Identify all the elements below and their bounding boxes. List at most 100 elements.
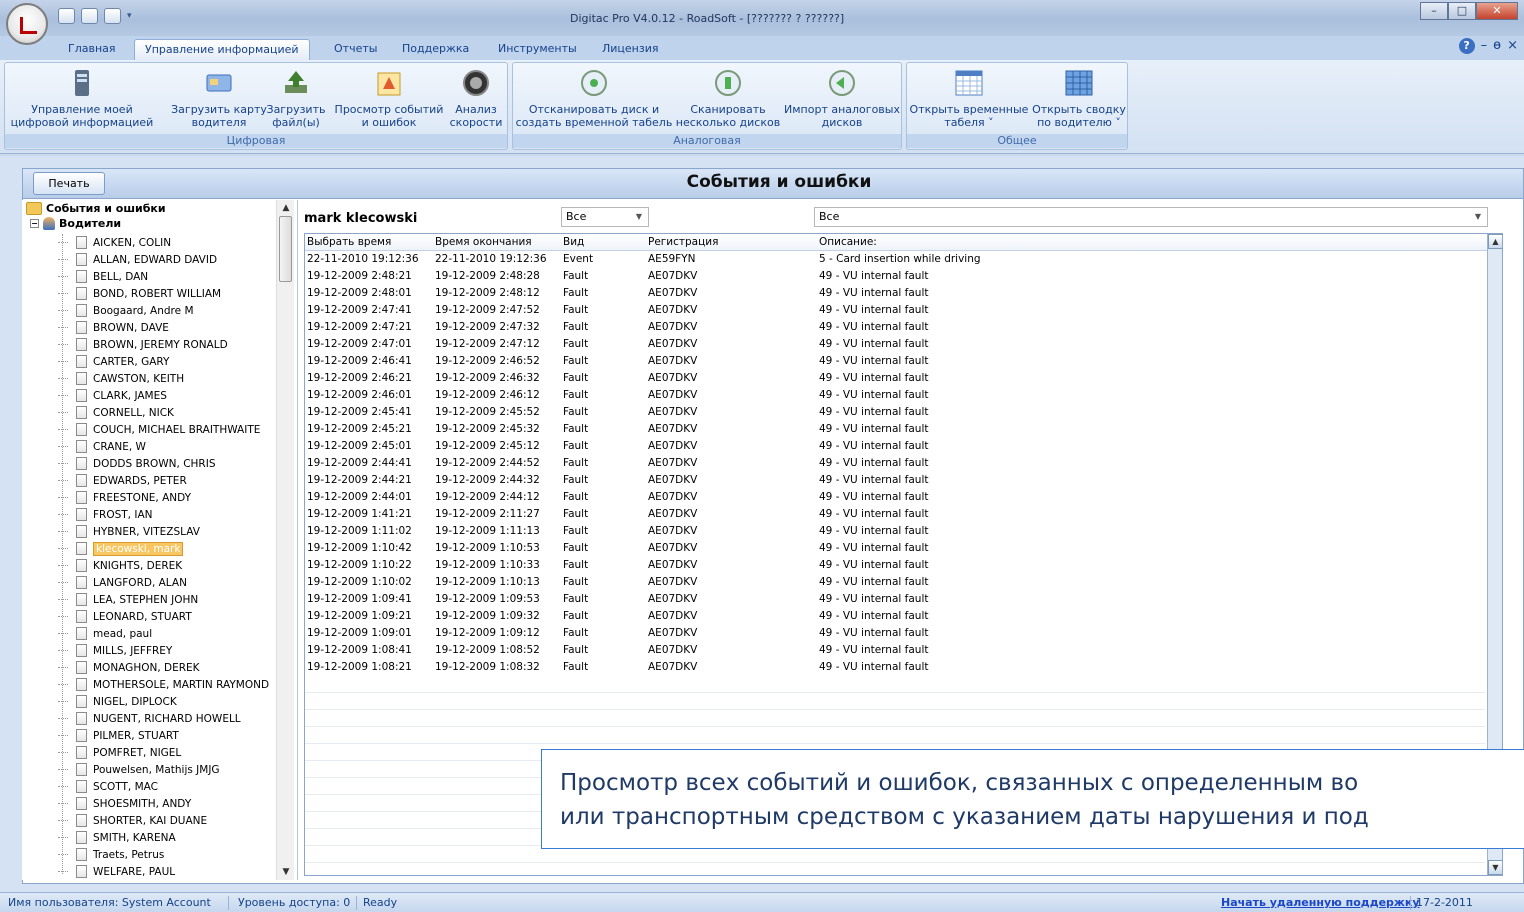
table-row[interactable]: 22-11-2010 19:12:36 22-11-2010 19:12:36 Ev… (305, 251, 1485, 268)
column-header-description[interactable]: Описание: (819, 234, 877, 250)
scan-disc-button[interactable]: Отсканировать диск и создать временной та… (515, 67, 673, 129)
grid-scroll-down-icon[interactable]: ▼ (1488, 860, 1502, 875)
table-row[interactable]: 19-12-2009 2:46:21 19-12-2009 2:46:32 Faul… (305, 370, 1485, 387)
tree-item-driver[interactable]: NIGEL, DIPLOCK (58, 693, 177, 710)
minimize-button[interactable]: – (1420, 2, 1448, 20)
tab-tools[interactable]: Инструменты (488, 39, 587, 60)
import-analog-discs-button[interactable]: Импорт аналоговых дисков (783, 67, 901, 129)
tree-item-driver[interactable]: Pouwelsen, Mathijs JMJG (58, 761, 220, 778)
tree-item-driver[interactable]: EDWARDS, PETER (58, 472, 187, 489)
ribbon-restore-button[interactable]: ɵ (1493, 38, 1501, 54)
tree-item-driver[interactable]: MILLS, JEFFREY (58, 642, 172, 659)
tree-item-driver[interactable]: Traets, Petrus (58, 846, 164, 863)
save-icon[interactable] (58, 8, 75, 24)
table-row[interactable]: 19-12-2009 1:08:21 19-12-2009 1:08:32 Faul… (305, 659, 1485, 676)
tree-scroll-thumb[interactable] (279, 216, 292, 282)
table-row[interactable]: 19-12-2009 1:09:41 19-12-2009 1:09:53 Faul… (305, 591, 1485, 608)
tree-item-driver[interactable]: MONAGHON, DEREK (58, 659, 200, 676)
description-filter-select[interactable]: Все ▼ (814, 207, 1488, 227)
tree-scroll-down-icon[interactable]: ▼ (277, 864, 295, 880)
table-row[interactable]: 19-12-2009 2:47:01 19-12-2009 2:47:12 Faul… (305, 336, 1485, 353)
table-row[interactable]: 19-12-2009 2:45:01 19-12-2009 2:45:12 Faul… (305, 438, 1485, 455)
grid-scroll-up-icon[interactable]: ▲ (1488, 234, 1502, 249)
table-row[interactable]: 19-12-2009 1:10:42 19-12-2009 1:10:53 Faul… (305, 540, 1485, 557)
tree-item-driver[interactable]: DODDS BROWN, CHRIS (58, 455, 215, 472)
tree-item-driver[interactable]: COUCH, MICHAEL BRAITHWAITE (58, 421, 260, 438)
tree-item-driver[interactable]: AICKEN, COLIN (58, 234, 171, 251)
table-row[interactable]: 19-12-2009 2:45:41 19-12-2009 2:45:52 Faul… (305, 404, 1485, 421)
tree-item-driver[interactable]: LEONARD, STUART (58, 608, 192, 625)
speed-analysis-button[interactable]: Анализ скорости (445, 67, 507, 129)
ribbon-close-button[interactable]: × (1507, 38, 1518, 54)
scan-multiple-discs-button[interactable]: Сканировать несколько дисков (673, 67, 783, 129)
column-header-end-time[interactable]: Время окончания (435, 234, 532, 250)
tree-item-driver[interactable]: KNIGHTS, DEREK (58, 557, 182, 574)
open-timesheets-button[interactable]: Открыть временные табеля ˅ (909, 67, 1029, 129)
tree-item-driver[interactable]: SHOESMITH, ANDY (58, 795, 191, 812)
column-header-type[interactable]: Вид (563, 234, 584, 250)
table-row[interactable]: 19-12-2009 2:45:21 19-12-2009 2:45:32 Faul… (305, 421, 1485, 438)
app-menu-button[interactable] (6, 3, 48, 45)
tree-item-driver[interactable]: ALLAN, EDWARD DAVID (58, 251, 217, 268)
tab-support[interactable]: Поддержка (392, 39, 479, 60)
maximize-button[interactable]: □ (1448, 2, 1476, 20)
column-header-registration[interactable]: Регистрация (648, 234, 718, 250)
table-row[interactable]: 19-12-2009 2:44:41 19-12-2009 2:44:52 Faul… (305, 455, 1485, 472)
table-row[interactable]: 19-12-2009 2:44:21 19-12-2009 2:44:32 Faul… (305, 472, 1485, 489)
table-row[interactable]: 19-12-2009 1:09:21 19-12-2009 1:09:32 Faul… (305, 608, 1485, 625)
tree-item-driver[interactable]: PILMER, STUART (58, 727, 179, 744)
tree-item-driver[interactable]: CLARK, JAMES (58, 387, 167, 404)
column-header-start-time[interactable]: Выбрать время (307, 234, 391, 250)
tree-item-driver[interactable]: BOND, ROBERT WILLIAM (58, 285, 221, 302)
table-row[interactable]: 19-12-2009 2:48:21 19-12-2009 2:48:28 Faul… (305, 268, 1485, 285)
close-button[interactable]: ✕ (1476, 2, 1518, 20)
tree-item-driver[interactable]: POMFRET, NIGEL (58, 744, 181, 761)
table-row[interactable]: 19-12-2009 1:10:22 19-12-2009 1:10:33 Faul… (305, 557, 1485, 574)
tree-item-driver[interactable]: CRANE, W (58, 438, 146, 455)
tree-item-driver[interactable]: mead, paul (58, 625, 152, 642)
table-row[interactable]: 19-12-2009 2:47:21 19-12-2009 2:47:32 Faul… (305, 319, 1485, 336)
table-row[interactable]: 19-12-2009 1:09:01 19-12-2009 1:09:12 Faul… (305, 625, 1485, 642)
table-row[interactable]: 19-12-2009 1:11:02 19-12-2009 1:11:13 Faul… (305, 523, 1485, 540)
tree-item-driver[interactable]: SCOTT, MAC (58, 778, 158, 795)
tree-item-driver[interactable]: BROWN, JEREMY RONALD (58, 336, 228, 353)
open-driver-summary-button[interactable]: Открыть сводку по водителю ˅ (1031, 67, 1127, 129)
help-icon[interactable]: ? (1458, 38, 1475, 54)
open-icon[interactable] (81, 8, 98, 24)
chevron-down-icon[interactable]: ▼ (632, 210, 646, 224)
load-driver-card-button[interactable]: Загрузить карту водителя (171, 67, 267, 129)
print-button[interactable]: Печать (33, 172, 105, 195)
table-row[interactable]: 19-12-2009 1:41:21 19-12-2009 2:11:27 Faul… (305, 506, 1485, 523)
tree-item-driver[interactable]: FROST, IAN (58, 506, 153, 523)
tree-item-driver[interactable]: SHORTER, KAI DUANE (58, 812, 207, 829)
tab-reports[interactable]: Отчеты (324, 39, 387, 60)
table-row[interactable]: 19-12-2009 2:46:41 19-12-2009 2:46:52 Faul… (305, 353, 1485, 370)
table-row[interactable]: 19-12-2009 2:44:01 19-12-2009 2:44:12 Faul… (305, 489, 1485, 506)
tree-item-driver[interactable]: BELL, DAN (58, 268, 148, 285)
tree-item-driver[interactable]: MOTHERSOLE, MARTIN RAYMOND (58, 676, 269, 693)
tree-scrollbar[interactable]: ▲ ▼ (276, 200, 294, 880)
new-document-icon[interactable] (104, 8, 121, 24)
table-row[interactable]: 19-12-2009 2:46:01 19-12-2009 2:46:12 Faul… (305, 387, 1485, 404)
tree-scroll-up-icon[interactable]: ▲ (277, 200, 295, 216)
tree-item-driver[interactable]: LANGFORD, ALAN (58, 574, 187, 591)
load-files-button[interactable]: Загрузить файл(ы) (263, 67, 329, 129)
tab-information-management[interactable]: Управление информацией (134, 39, 310, 60)
tab-home[interactable]: Главная (58, 39, 126, 60)
tree-item-driver[interactable]: SMITH, KARENA (58, 829, 176, 846)
tree-drivers-node[interactable]: − Водители (30, 217, 121, 230)
tree-item-driver[interactable]: WELFARE, PAUL (58, 863, 175, 880)
tree-item-driver[interactable]: HYBNER, VITEZSLAV (58, 523, 200, 540)
tree-item-driver[interactable]: Boogaard, Andre M (58, 302, 194, 319)
remote-support-link[interactable]: Начать удаленную поддержку (1221, 893, 1420, 912)
tree-item-driver[interactable]: NUGENT, RICHARD HOWELL (58, 710, 241, 727)
collapse-icon[interactable]: − (30, 219, 39, 228)
table-row[interactable]: 19-12-2009 2:47:41 19-12-2009 2:47:52 Faul… (305, 302, 1485, 319)
type-filter-select[interactable]: Все ▼ (561, 207, 649, 227)
chevron-down-icon[interactable]: ▼ (1471, 210, 1485, 224)
view-events-errors-button[interactable]: Просмотр событий и ошибок (333, 67, 445, 129)
tree-item-driver[interactable]: CAWSTON, KEITH (58, 370, 184, 387)
tab-license[interactable]: Лицензия (592, 39, 668, 60)
tree-item-driver[interactable]: FREESTONE, ANDY (58, 489, 191, 506)
table-row[interactable]: 19-12-2009 1:10:02 19-12-2009 1:10:13 Faul… (305, 574, 1485, 591)
